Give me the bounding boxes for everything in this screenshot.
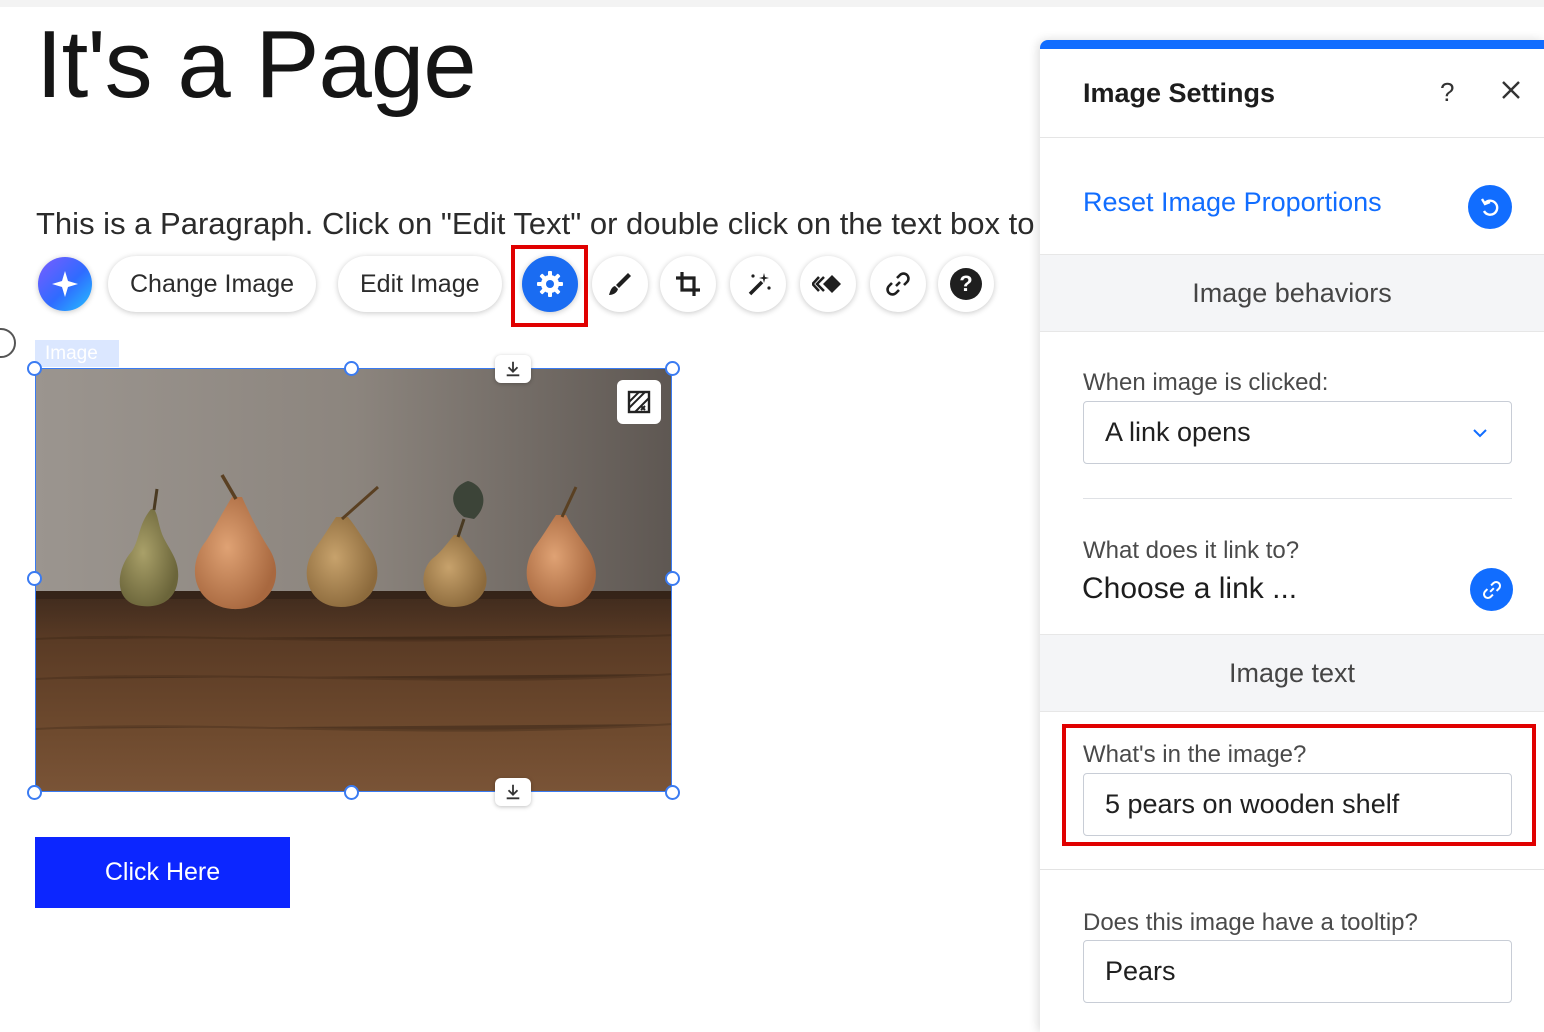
reset-button[interactable] — [1468, 185, 1512, 229]
click-behavior-label: When image is clicked: — [1083, 369, 1329, 396]
change-image-button[interactable]: Change Image — [108, 256, 317, 312]
help-button[interactable]: ? — [938, 256, 994, 312]
ai-assistant-button[interactable] — [38, 257, 92, 311]
reset-image-proportions-link[interactable]: Reset Image Proportions — [1083, 187, 1382, 218]
panel-title: Image Settings — [1083, 78, 1276, 108]
animation-icon — [812, 275, 841, 293]
animation-button[interactable] — [800, 256, 856, 312]
click-behavior-value: A link opens — [1105, 417, 1251, 447]
ai-sparkle-icon — [52, 271, 78, 297]
click-here-button[interactable]: Click Here — [35, 837, 290, 908]
resize-handle-bottom[interactable] — [344, 785, 359, 800]
tooltip-input[interactable]: Pears — [1083, 940, 1512, 1003]
design-button[interactable] — [592, 256, 648, 312]
download-arrow-icon — [506, 361, 520, 377]
chevron-down-icon — [1473, 429, 1487, 438]
pears-image[interactable] — [35, 368, 672, 792]
undo-icon — [1480, 198, 1499, 216]
element-type-tag: Image — [35, 340, 119, 367]
pears-photo — [36, 369, 671, 791]
resize-handle-top[interactable] — [344, 361, 359, 376]
resize-handle-top-left[interactable] — [27, 361, 42, 376]
close-icon[interactable] — [1498, 77, 1524, 103]
help-icon: ? — [950, 268, 982, 300]
stretch-top-button[interactable] — [495, 355, 531, 383]
choose-link-value[interactable]: Choose a link ... — [1082, 572, 1297, 606]
resize-handle-bottom-left[interactable] — [27, 785, 42, 800]
click-behavior-dropdown[interactable]: A link opens — [1083, 401, 1512, 464]
alt-text-highlight-box — [1062, 724, 1536, 846]
edit-image-button[interactable]: Edit Image — [338, 256, 502, 312]
link-button[interactable] — [870, 256, 926, 312]
link-target-label: What does it link to? — [1083, 537, 1300, 564]
reset-proportions-row: Reset Image Proportions — [1040, 138, 1544, 254]
resize-handle-right[interactable] — [665, 571, 680, 586]
download-arrow-icon — [506, 784, 520, 800]
resize-handle-bottom-right[interactable] — [665, 785, 680, 800]
crop-button[interactable] — [660, 256, 716, 312]
paragraph-text[interactable]: This is a Paragraph. Click on "Edit Text… — [36, 206, 1040, 242]
help-icon[interactable]: ? — [1440, 77, 1454, 108]
resize-handle-left[interactable] — [27, 571, 42, 586]
left-edge-handle[interactable] — [0, 328, 16, 358]
magic-wand-icon — [748, 273, 771, 296]
page-title[interactable]: It's a Page — [36, 12, 477, 118]
resize-image-icon — [627, 390, 651, 414]
tooltip-label: Does this image have a tooltip? — [1083, 909, 1418, 936]
section-header-behaviors: Image behaviors — [1040, 254, 1544, 332]
stretch-bottom-button[interactable] — [495, 778, 531, 806]
settings-highlight-box — [511, 245, 588, 327]
crop-icon — [676, 272, 700, 296]
fit-image-button[interactable] — [617, 380, 661, 424]
editor-top-strip — [0, 0, 1544, 7]
link-icon — [1482, 580, 1501, 599]
brush-icon — [609, 273, 631, 295]
choose-link-button[interactable] — [1470, 568, 1513, 611]
link-icon — [886, 272, 910, 296]
image-settings-panel: Image Settings ? Reset Image Proportions… — [1040, 40, 1544, 1032]
divider — [1083, 498, 1512, 499]
section-header-image-text: Image text — [1040, 634, 1544, 712]
enhance-button[interactable] — [730, 256, 786, 312]
resize-handle-top-right[interactable] — [665, 361, 680, 376]
panel-header: Image Settings ? — [1040, 49, 1544, 138]
divider — [1040, 869, 1544, 870]
